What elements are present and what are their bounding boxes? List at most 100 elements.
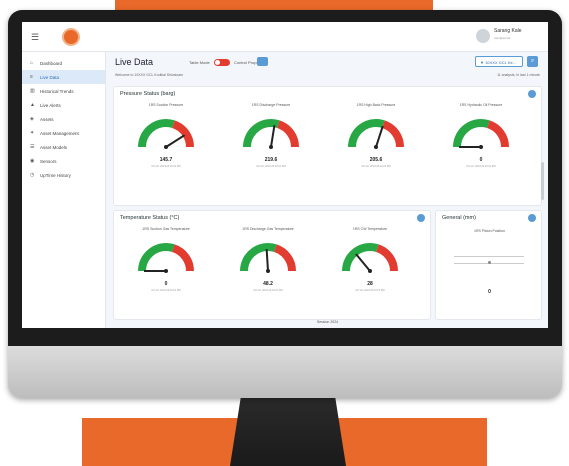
- general-subtitle: 1RS Piston Position: [474, 229, 505, 233]
- gauge-hub: [479, 145, 483, 149]
- sidebar-item-label: Sensors: [40, 158, 57, 164]
- table-mode-toggle[interactable]: [214, 59, 230, 66]
- gauge-value: 0: [164, 281, 168, 287]
- sidebar-item-live-data[interactable]: ≡ Live Data: [22, 70, 105, 84]
- temperature-panel: Temperature Status (°C) 1RS Suction Gas …: [113, 210, 431, 320]
- footer-text: Session 2024: [316, 320, 339, 324]
- home-icon: ⌂: [30, 60, 34, 66]
- gauge-value: 28: [367, 281, 373, 287]
- general-panel: General (mm) 1RS Piston Position 0: [435, 210, 542, 320]
- gauge: 1RS Discharge Pressure 219.6 Oct 22, 2024 …: [227, 101, 315, 181]
- sidebar-item-live-alerts[interactable]: ▲ Live Alerts: [22, 98, 105, 112]
- gauge-needle: [375, 125, 384, 148]
- gauge-value: 145.7: [159, 157, 173, 163]
- monitor-stand: [230, 392, 346, 466]
- sidebar-item-assets[interactable]: ◈ Assets: [22, 112, 105, 126]
- page-title: Live Data: [115, 57, 154, 67]
- update-status: 11 analysis, In last 1 minute: [497, 73, 540, 77]
- gauge-title: 1RS Hydraulic Oil Pressure: [459, 103, 503, 107]
- sidebar-item-label: UpTime History: [40, 172, 71, 178]
- gauge-hub: [266, 269, 270, 273]
- brand-logo: [62, 28, 80, 46]
- gauge-title: 1RS High Back Pressure: [356, 103, 396, 107]
- search-button[interactable]: ⌕: [527, 56, 538, 67]
- gauge-hub: [164, 269, 168, 273]
- gauge-hub: [164, 145, 168, 149]
- gauge-dial: [243, 119, 299, 149]
- gauge-title: 1RS Suction Pressure: [148, 103, 184, 107]
- gauge-arc: [453, 119, 490, 148]
- sidebar-item-label: Historical Trends: [40, 88, 74, 94]
- bell-icon: ▲: [30, 102, 35, 108]
- gauge-hub: [269, 145, 273, 149]
- gauge: 1RS Suction Pressure 145.7 Oct 22, 2024 23…: [122, 101, 210, 181]
- pressure-panel-title: Pressure Status (barg): [120, 91, 176, 97]
- gauge-dial: [138, 243, 194, 273]
- user-menu[interactable]: Sarang Kale user@email: [476, 26, 536, 48]
- sidebar-item-asset-models[interactable]: ☰ Asset Models: [22, 140, 105, 154]
- sidebar-item-label: Dashboard: [40, 60, 63, 66]
- gauge-dial: [138, 119, 194, 149]
- sidebar-item-asset-management[interactable]: ✦ Asset Management: [22, 126, 105, 140]
- gauge-needle: [270, 125, 276, 148]
- avatar: [476, 29, 490, 43]
- scrollbar[interactable]: [541, 162, 544, 200]
- screen: ☰ Sarang Kale user@email ⌂ Dashboard ≡ Live…: [22, 22, 548, 328]
- gauge-arc: [138, 243, 175, 272]
- cube-icon: ◈: [30, 116, 34, 122]
- gauge-title: 1RS Suction Gas Temperature: [142, 227, 190, 231]
- sidebar-item-uptime-history[interactable]: ◷ UpTime History: [22, 168, 105, 182]
- control-properties-button[interactable]: [257, 57, 268, 66]
- sidebar-item-label: Live Data: [40, 74, 60, 80]
- gauge-value: 48.2: [263, 281, 273, 287]
- gauge-needle: [265, 248, 269, 272]
- sidebar-item-label: Asset Models: [40, 144, 68, 150]
- gauge-arc: [273, 244, 296, 272]
- gauge-arc: [171, 244, 194, 272]
- asset-filter[interactable]: ▼ 10XXX GCL Ke...: [475, 56, 523, 67]
- sidebar-item-label: Asset Management: [40, 130, 79, 136]
- hamburger-icon[interactable]: ☰: [31, 32, 39, 43]
- gauge: 1RS Discharge Gas Temperature 48.2 Oct 22,…: [224, 225, 312, 305]
- gauge-dial: [240, 243, 296, 273]
- sidebar-item-dashboard[interactable]: ⌂ Dashboard: [22, 56, 105, 70]
- sidebar-item-label: Live Alerts: [40, 102, 61, 108]
- table-mode-label: Table Mode: [189, 60, 210, 65]
- gauge-timestamp: Oct 22, 2024 23:10:01 PM: [256, 165, 286, 168]
- gauge-dial: [453, 119, 509, 149]
- gauge-timestamp: Oct 22, 2024 23:10:01 PM: [361, 165, 391, 168]
- gauge-arc: [276, 120, 299, 148]
- gauge-title: 1RS CW Temperature: [352, 227, 388, 231]
- gauge-timestamp: Oct 22, 2024 23:10:01 PM: [466, 165, 496, 168]
- general-panel-button[interactable]: [528, 214, 536, 222]
- gauge-needle: [355, 253, 371, 272]
- gauge: 1RS High Back Pressure 205.6 Oct 22, 2024 …: [332, 101, 420, 181]
- gauge-value: 205.6: [369, 157, 383, 163]
- gauge: 1RS CW Temperature 28 Oct 22, 2024 23:10:0…: [326, 225, 414, 305]
- gauge-value: 0: [479, 157, 483, 163]
- gauge-arc: [348, 119, 385, 148]
- sensor-icon: ◉: [30, 158, 35, 164]
- pressure-panel-button[interactable]: [528, 90, 536, 98]
- welcome-text: Welcome to 10XXX GCL Kodikal Shivaloam: [115, 73, 184, 77]
- sidebar-item-historical-trends[interactable]: ▥ Historical Trends: [22, 84, 105, 98]
- gauge: 1RS Hydraulic Oil Pressure 0 Oct 22, 2024 …: [437, 101, 525, 181]
- search-icon: ⌕: [530, 58, 535, 64]
- gauge-arc: [486, 120, 509, 148]
- gauge-timestamp: Oct 22, 2024 23:10:01 PM: [253, 289, 283, 292]
- gauge-arc: [375, 244, 398, 272]
- position-marker: [488, 261, 491, 264]
- gauge-arc: [342, 243, 379, 272]
- bars-icon: ▥: [30, 88, 35, 94]
- gauge-timestamp: Oct 22, 2024 23:10:01 PM: [355, 289, 385, 292]
- gauge-arc: [171, 120, 194, 148]
- gauge-arc: [138, 119, 175, 148]
- gauge-timestamp: Oct 22, 2024 23:10:01 PM: [151, 289, 181, 292]
- pressure-panel: Pressure Status (barg) 1RS Suction Press…: [113, 86, 542, 206]
- temperature-panel-title: Temperature Status (°C): [120, 215, 180, 221]
- position-track: [454, 256, 524, 257]
- temperature-panel-button[interactable]: [417, 214, 425, 222]
- sidebar-item-sensors[interactable]: ◉ Sensors: [22, 154, 105, 168]
- user-name: Sarang Kale: [494, 28, 522, 34]
- gauge-title: 1RS Discharge Pressure: [251, 103, 291, 107]
